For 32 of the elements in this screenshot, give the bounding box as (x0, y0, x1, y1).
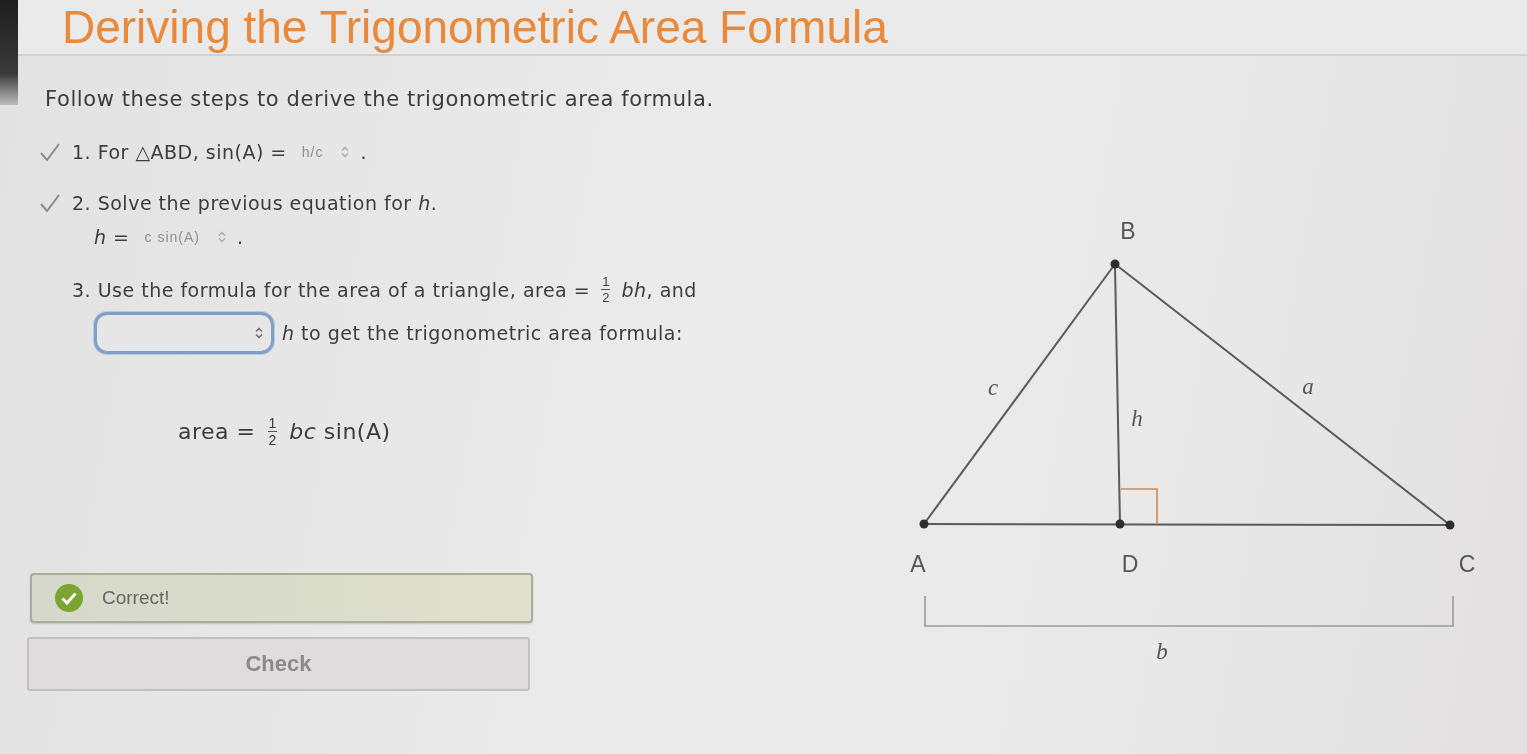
feedback-text: Correct! (102, 587, 170, 609)
instructions-text: Follow these steps to derive the trigonometric area formula. (45, 86, 715, 112)
vertex-label: C (1458, 551, 1476, 577)
step-text: . (360, 141, 367, 163)
step-text: . (236, 226, 244, 248)
check-circle-icon (54, 583, 84, 613)
step-text: h to get the trigonometric area formula: (282, 322, 683, 344)
point-marker (1115, 519, 1125, 529)
side-label: h (1131, 406, 1143, 431)
page-title: Deriving the Trigonometric Area Formula (62, 3, 888, 51)
vertex-label: A (910, 551, 926, 577)
step-text: h = (94, 226, 130, 248)
select-arrows-icon (255, 327, 263, 339)
side-label: a (1302, 374, 1314, 399)
fraction: 1 2 (267, 416, 278, 447)
vertex-label: D (1121, 551, 1139, 577)
step-text: 1. For △ABD, sin(A) = (72, 141, 287, 163)
formula-text: area = (178, 419, 256, 444)
side-label: c (987, 375, 999, 400)
step-text: 3. Use the formula for the area of a triangle, area = (72, 278, 591, 301)
select-arrows-icon (341, 146, 350, 158)
step-text: 2. Solve the previous equation for h. (72, 192, 438, 214)
step-text: bh, and (621, 278, 697, 301)
formula-text: bc sin(A) (289, 419, 391, 444)
vertex-label: B (1120, 218, 1136, 244)
side-label: b (1156, 639, 1168, 664)
point-marker (1445, 520, 1455, 530)
fraction: 1 2 (601, 275, 611, 304)
point-marker (919, 519, 929, 529)
select-arrows-icon (217, 231, 226, 243)
answer-dropdown[interactable] (94, 312, 274, 354)
point-marker (1110, 259, 1120, 269)
